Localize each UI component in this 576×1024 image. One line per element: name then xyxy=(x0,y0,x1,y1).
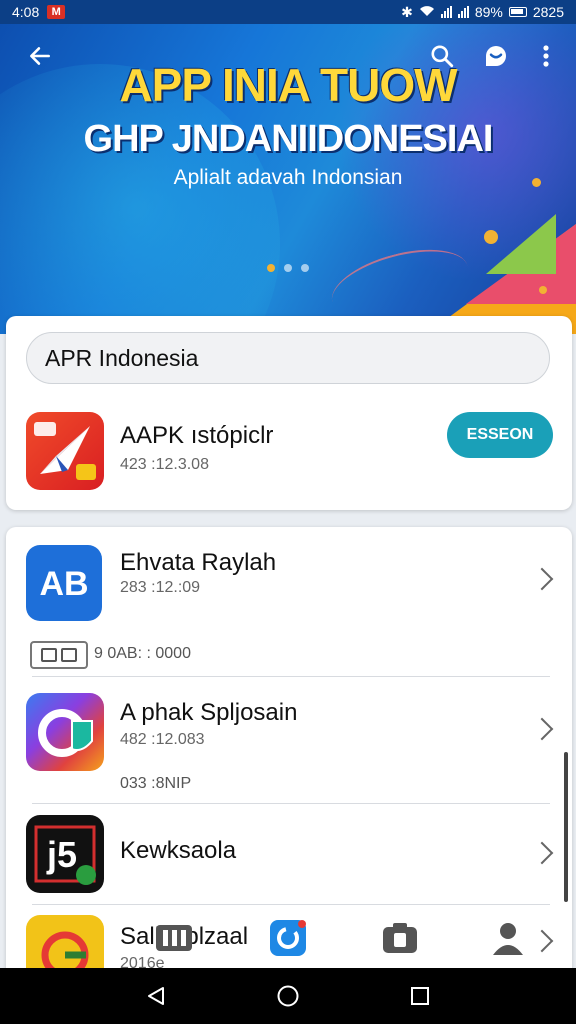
status-time-right: 2825 xyxy=(532,4,564,20)
tab-profile-icon[interactable] xyxy=(488,918,528,958)
banner-subtitle: GHP JNDANIIDONESIAI xyxy=(83,118,494,160)
chevron-right-icon xyxy=(530,567,554,591)
tab-sync-icon[interactable] xyxy=(268,918,308,958)
chat-bubble-icon[interactable] xyxy=(480,40,512,72)
j5-logo-icon: j5 xyxy=(26,815,104,893)
list-item[interactable]: AB Ehvata Raylah 283 :12.:09 xyxy=(6,527,572,637)
svg-text:AB: AB xyxy=(39,565,88,603)
tab-camera-icon[interactable] xyxy=(380,918,420,958)
nav-back-icon[interactable] xyxy=(136,976,176,1016)
system-nav-bar xyxy=(0,968,576,1024)
list-divider xyxy=(32,803,550,804)
page-dot xyxy=(301,264,309,272)
back-arrow-icon[interactable] xyxy=(24,40,56,72)
wifi-icon xyxy=(419,4,435,20)
bluetooth-icon: ✱ xyxy=(401,3,413,20)
list-item-meta: 482 :12.083 xyxy=(120,731,205,748)
list-item-name: A phak Spljosain xyxy=(120,699,298,726)
featured-app-name[interactable]: AAPK ıstópiclr xyxy=(120,422,273,450)
banner-decoration xyxy=(539,286,547,294)
status-bar: 4:08 M ✱ 89% 2825 xyxy=(0,0,576,24)
search-card: AAPK ıstópiclr 423 :12.3.08 ESSEON xyxy=(6,316,572,510)
battery-icon xyxy=(508,7,527,17)
featured-app-meta: 423 :12.3.08 xyxy=(120,456,209,473)
scrollbar[interactable] xyxy=(564,752,568,902)
top-app-bar xyxy=(0,24,576,94)
list-extra-meta: 033 :8NIP xyxy=(120,775,192,792)
tab-library-icon[interactable] xyxy=(154,918,194,958)
c-shield-icon xyxy=(26,693,104,771)
page-dot xyxy=(284,264,292,272)
more-options-icon[interactable] xyxy=(530,40,562,72)
nav-recents-icon[interactable] xyxy=(400,976,440,1016)
svg-text:j5: j5 xyxy=(46,834,77,875)
chevron-right-icon xyxy=(530,717,554,741)
search-input[interactable] xyxy=(26,332,550,384)
nav-home-icon[interactable] xyxy=(268,976,308,1016)
signal-icon-2 xyxy=(457,6,469,18)
banner-decoration xyxy=(484,230,498,244)
list-item-name: Kewksaola xyxy=(120,837,237,864)
status-time-left: 4:08 xyxy=(12,4,40,20)
paper-plane-icon[interactable] xyxy=(26,412,104,490)
mail-notification-icon: M xyxy=(47,5,66,19)
ab-logo-icon: AB xyxy=(26,545,102,621)
list-item-meta: 283 :12.:09 xyxy=(120,579,201,596)
battery-percent: 89% xyxy=(474,4,503,20)
chevron-right-icon xyxy=(530,841,554,865)
signal-icon xyxy=(440,6,452,18)
search-icon[interactable] xyxy=(426,40,458,72)
list-item-name: Ehvata Raylah xyxy=(120,549,277,576)
featured-app-action-button[interactable]: ESSEON xyxy=(447,412,553,458)
banner-page-indicator xyxy=(0,264,576,272)
grid-tag-icon xyxy=(30,641,88,669)
list-item[interactable]: A phak Spljosain 482 :12.083 xyxy=(6,677,572,801)
list-item[interactable]: j5 Kewksaola xyxy=(6,805,572,905)
banner-tagline: Aplialt adavah Indonsian xyxy=(173,166,403,189)
bottom-tab-bar xyxy=(0,908,576,968)
page-dot-active xyxy=(267,264,275,272)
list-tag-text: 9 0AB: : 0000 xyxy=(94,645,191,662)
